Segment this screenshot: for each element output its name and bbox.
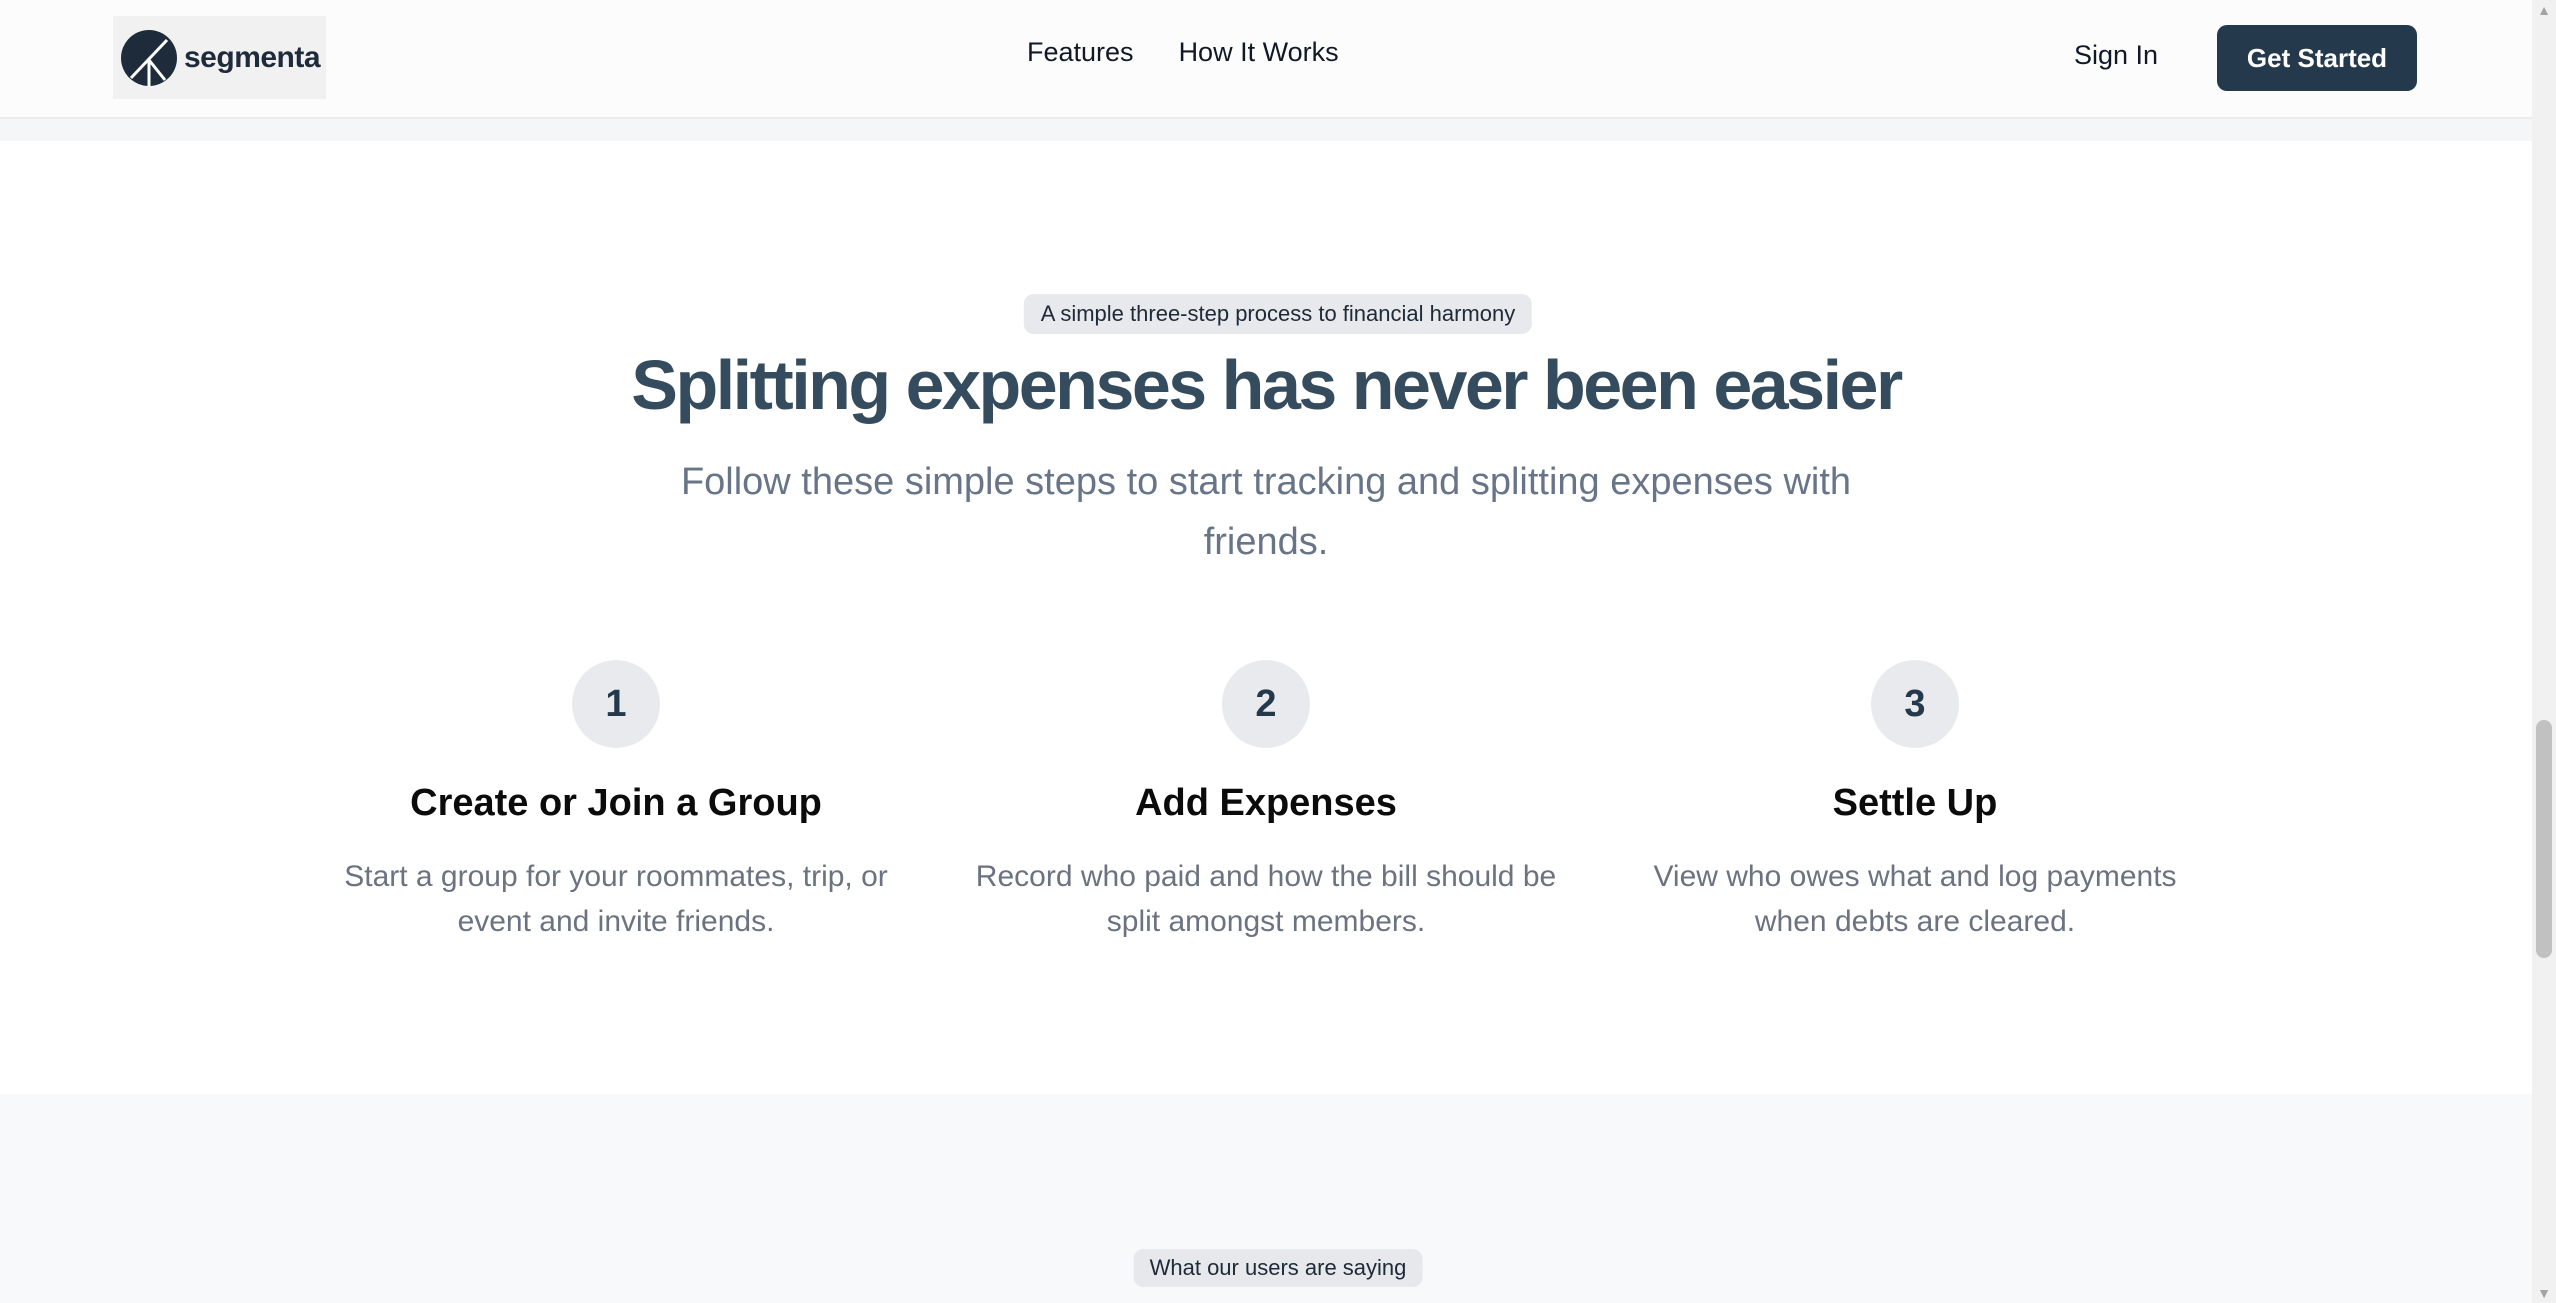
nav-features[interactable]: Features (1027, 37, 1134, 68)
section-title: Splitting expenses has never been easier (631, 346, 1903, 424)
section-divider (0, 119, 2532, 141)
site-header: segmenta Features How It Works Sign In G… (0, 0, 2532, 119)
logo[interactable]: segmenta (113, 16, 326, 99)
step-number-badge: 3 (1871, 660, 1959, 748)
nav-how-it-works[interactable]: How It Works (1179, 37, 1339, 68)
step-3: 3 Settle Up View who owes what and log p… (1615, 660, 2215, 944)
step-1: 1 Create or Join a Group Start a group f… (316, 660, 916, 944)
segmenta-logo-icon (121, 29, 177, 86)
step-title: Add Expenses (1135, 782, 1397, 824)
steps-list: 1 Create or Join a Group Start a group f… (0, 660, 2532, 960)
step-title: Settle Up (1832, 782, 1998, 824)
step-number-badge: 1 (572, 660, 660, 748)
get-started-button[interactable]: Get Started (2217, 25, 2417, 91)
testimonials-eyebrow-badge: What our users are saying (1133, 1249, 1423, 1287)
page-scrollbar[interactable]: ▲ ▼ (2532, 0, 2556, 1303)
sign-in-link[interactable]: Sign In (2074, 40, 2158, 71)
section-eyebrow-badge: A simple three-step process to financial… (1023, 294, 1533, 334)
scroll-down-arrow-icon[interactable]: ▼ (2536, 1285, 2552, 1301)
logo-text: segmenta (184, 40, 321, 74)
step-description: View who owes what and log payments when… (1653, 860, 2177, 938)
step-description: Start a group for your roommates, trip, … (344, 860, 888, 938)
step-2: 2 Add Expenses Record who paid and how t… (966, 660, 1566, 944)
step-title: Create or Join a Group (410, 782, 822, 824)
section-subtitle: Follow these simple steps to start track… (680, 461, 1852, 563)
scroll-up-arrow-icon[interactable]: ▲ (2536, 2, 2552, 18)
step-description: Record who paid and how the bill should … (975, 860, 1557, 938)
main-nav: Features How It Works (1027, 37, 1339, 68)
step-number-badge: 2 (1222, 660, 1310, 748)
scrollbar-thumb[interactable] (2536, 720, 2552, 958)
